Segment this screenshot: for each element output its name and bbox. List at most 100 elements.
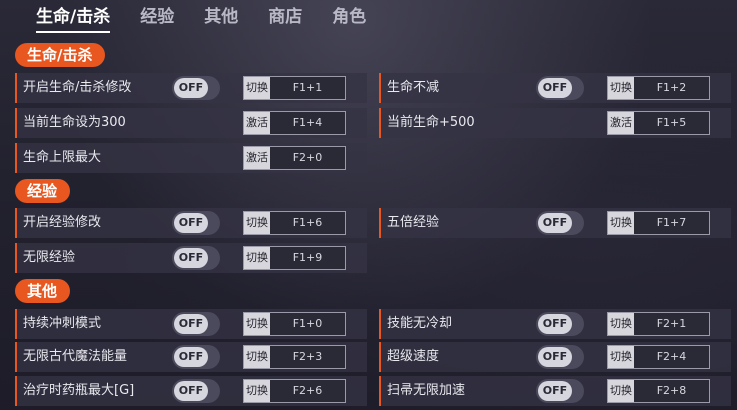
tab-shop[interactable]: 商店: [268, 0, 302, 36]
hotkey-action: 切换: [608, 346, 634, 368]
option-row: 超级速度 OFF 切换 F2+4: [379, 342, 731, 372]
hotkey-action: 切换: [608, 77, 634, 99]
hotkey-button[interactable]: 激活 F1+5: [607, 111, 710, 135]
section-header-life-kill: 生命/击杀: [15, 43, 106, 67]
option-row: 无限经验 OFF 切换 F1+9: [15, 243, 367, 273]
toggle-state: OFF: [174, 248, 208, 268]
toggle-switch[interactable]: OFF: [172, 312, 220, 336]
tab-experience[interactable]: 经验: [140, 0, 174, 36]
option-row: 当前生命+500 激活 F1+5: [379, 108, 731, 138]
toggle-state: OFF: [538, 381, 572, 401]
hotkey-action: 切换: [608, 380, 634, 402]
section-header-experience: 经验: [15, 179, 71, 203]
hotkey-button[interactable]: 切换 F1+9: [243, 246, 346, 270]
hotkey-button[interactable]: 切换 F1+2: [607, 76, 710, 100]
section-header-other: 其他: [15, 279, 71, 303]
option-label: 治疗时药瓶最大[G]: [23, 383, 135, 398]
option-label: 生命不减: [387, 80, 440, 95]
toggle-state: OFF: [538, 347, 572, 367]
hotkey-key: F2+4: [656, 350, 687, 363]
option-row: 开启生命/击杀修改 OFF 切换 F1+1: [15, 73, 367, 103]
option-label: 五倍经验: [387, 215, 440, 230]
toggle-switch[interactable]: OFF: [536, 379, 584, 403]
option-row: 无限古代魔法能量 OFF 切换 F2+3: [15, 342, 367, 372]
option-label: 当前生命+500: [387, 115, 475, 130]
hotkey-action: 切换: [608, 313, 634, 335]
toggle-state: OFF: [174, 78, 208, 98]
hotkey-button[interactable]: 切换 F1+0: [243, 312, 346, 336]
toggle-state: OFF: [174, 314, 208, 334]
hotkey-action: 切换: [244, 380, 270, 402]
option-label: 技能无冷却: [387, 316, 453, 331]
option-row: 扫帚无限加速 OFF 切换 F2+8: [379, 376, 731, 406]
toggle-switch[interactable]: OFF: [536, 211, 584, 235]
option-row: 五倍经验 OFF 切换 F1+7: [379, 208, 731, 238]
hotkey-action: 激活: [244, 147, 270, 169]
hotkey-button[interactable]: 切换 F1+1: [243, 76, 346, 100]
toggle-switch[interactable]: OFF: [172, 345, 220, 369]
toggle-switch[interactable]: OFF: [172, 211, 220, 235]
hotkey-key: F1+1: [292, 81, 323, 94]
hotkey-button[interactable]: 切换 F2+4: [607, 345, 710, 369]
toggle-state: OFF: [538, 314, 572, 334]
option-row: 持续冲刺模式 OFF 切换 F1+0: [15, 309, 367, 339]
toggle-state: OFF: [174, 381, 208, 401]
option-label: 扫帚无限加速: [387, 383, 466, 398]
option-label: 超级速度: [387, 349, 440, 364]
option-row: 技能无冷却 OFF 切换 F2+1: [379, 309, 731, 339]
toggle-state: OFF: [538, 78, 572, 98]
toggle-state: OFF: [174, 213, 208, 233]
hotkey-action: 切换: [244, 77, 270, 99]
hotkey-key: F1+0: [292, 317, 323, 330]
toggle-switch[interactable]: OFF: [172, 246, 220, 270]
tab-other[interactable]: 其他: [204, 0, 238, 36]
hotkey-key: F1+5: [656, 116, 687, 129]
hotkey-key: F2+1: [656, 317, 687, 330]
option-row: 生命不减 OFF 切换 F1+2: [379, 73, 731, 103]
hotkey-key: F2+3: [292, 350, 323, 363]
hotkey-button[interactable]: 切换 F2+6: [243, 379, 346, 403]
hotkey-button[interactable]: 激活 F1+4: [243, 111, 346, 135]
toggle-switch[interactable]: OFF: [172, 76, 220, 100]
hotkey-action: 切换: [244, 212, 270, 234]
hotkey-action: 激活: [244, 112, 270, 134]
option-row: 治疗时药瓶最大[G] OFF 切换 F2+6: [15, 376, 367, 406]
hotkey-key: F1+7: [656, 216, 687, 229]
option-row: 生命上限最大 激活 F2+0: [15, 143, 367, 173]
hotkey-action: 切换: [608, 212, 634, 234]
hotkey-action: 切换: [244, 247, 270, 269]
option-label: 开启生命/击杀修改: [23, 80, 132, 95]
option-label: 生命上限最大: [23, 150, 102, 165]
toggle-switch[interactable]: OFF: [536, 345, 584, 369]
hotkey-button[interactable]: 切换 F2+8: [607, 379, 710, 403]
hotkey-key: F2+8: [656, 384, 687, 397]
hotkey-key: F2+0: [292, 151, 323, 164]
option-label: 开启经验修改: [23, 215, 102, 230]
hotkey-key: F2+6: [292, 384, 323, 397]
toggle-state: OFF: [174, 347, 208, 367]
hotkey-button[interactable]: 切换 F1+6: [243, 211, 346, 235]
option-label: 无限经验: [23, 250, 76, 265]
hotkey-button[interactable]: 切换 F2+1: [607, 312, 710, 336]
hotkey-key: F1+9: [292, 251, 323, 264]
hotkey-action: 切换: [244, 346, 270, 368]
tab-character[interactable]: 角色: [332, 0, 366, 36]
tab-bar: 生命/击杀 经验 其他 商店 角色: [0, 0, 737, 36]
option-label: 当前生命设为300: [23, 115, 126, 130]
toggle-switch[interactable]: OFF: [536, 76, 584, 100]
hotkey-key: F1+2: [656, 81, 687, 94]
toggle-state: OFF: [538, 213, 572, 233]
toggle-switch[interactable]: OFF: [172, 379, 220, 403]
hotkey-key: F1+6: [292, 216, 323, 229]
option-label: 无限古代魔法能量: [23, 349, 128, 364]
tab-life-kill[interactable]: 生命/击杀: [36, 0, 111, 36]
hotkey-button[interactable]: 激活 F2+0: [243, 146, 346, 170]
hotkey-action: 切换: [244, 313, 270, 335]
hotkey-action: 激活: [608, 112, 634, 134]
hotkey-key: F1+4: [292, 116, 323, 129]
hotkey-button[interactable]: 切换 F2+3: [243, 345, 346, 369]
hotkey-button[interactable]: 切换 F1+7: [607, 211, 710, 235]
option-row: 当前生命设为300 激活 F1+4: [15, 108, 367, 138]
toggle-switch[interactable]: OFF: [536, 312, 584, 336]
option-label: 持续冲刺模式: [23, 316, 102, 331]
